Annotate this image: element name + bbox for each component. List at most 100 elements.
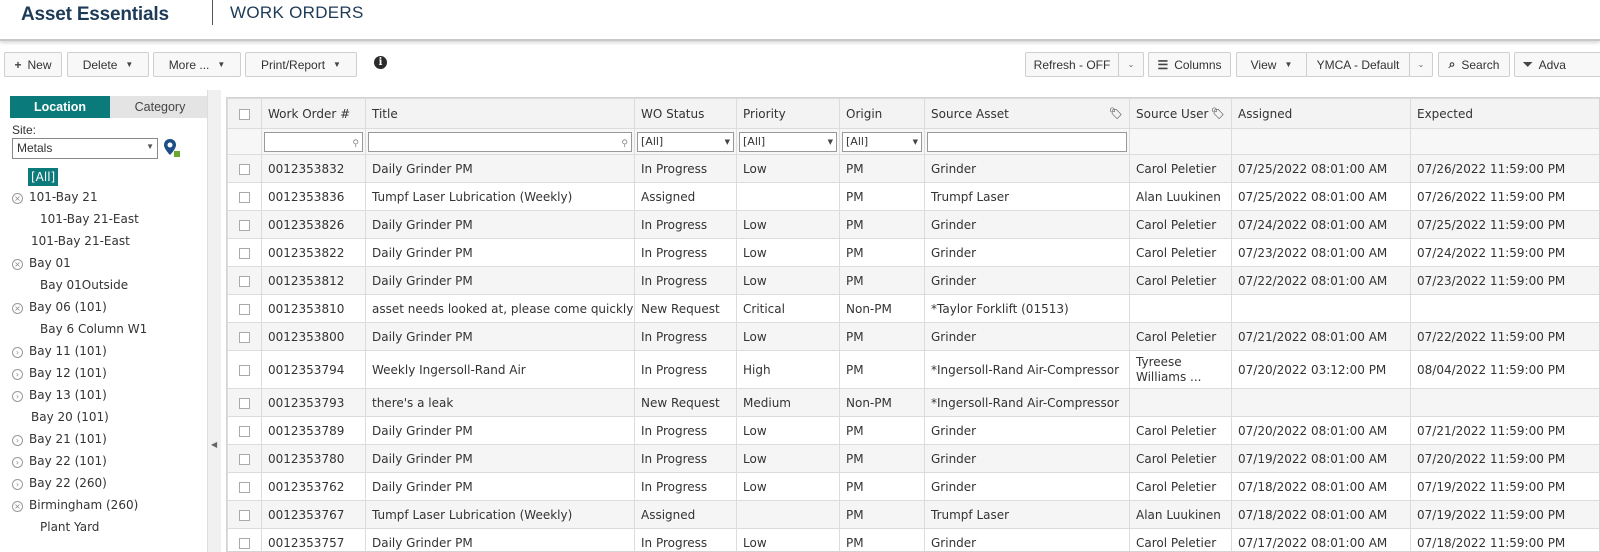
search-button[interactable]: ⌕ Search bbox=[1438, 52, 1510, 77]
source-user-link[interactable]: Carol Peletier bbox=[1129, 416, 1232, 445]
title-link[interactable]: Daily Grinder PM bbox=[365, 238, 635, 267]
checkbox[interactable] bbox=[239, 219, 250, 231]
title-link[interactable]: Daily Grinder PM bbox=[365, 322, 635, 351]
panel-splitter[interactable]: ◀ bbox=[207, 90, 221, 552]
work-order-link[interactable]: 0012353826 bbox=[261, 210, 366, 239]
title-link[interactable]: Daily Grinder PM bbox=[365, 416, 635, 445]
table-row[interactable]: 0012353836 Tumpf Laser Lubrication (Weekl… bbox=[227, 182, 1599, 211]
source-user-link[interactable]: Carol Peletier bbox=[1129, 266, 1232, 295]
row-checkbox[interactable] bbox=[227, 444, 262, 473]
tree-item[interactable]: › Bay 12 (101) bbox=[12, 366, 107, 380]
view-button[interactable]: View ▼ bbox=[1236, 52, 1307, 77]
tree-item[interactable]: × 101-Bay 21 bbox=[12, 190, 98, 204]
checkbox[interactable] bbox=[239, 247, 250, 259]
source-asset-link[interactable]: Grinder bbox=[924, 322, 1130, 351]
col-expected[interactable]: Expected bbox=[1410, 98, 1599, 129]
source-user-link[interactable]: Carol Peletier bbox=[1129, 210, 1232, 239]
table-row[interactable]: 0012353800 Daily Grinder PM In Progress Low… bbox=[227, 322, 1599, 351]
checkbox[interactable] bbox=[239, 331, 250, 343]
source-asset-link[interactable]: *Ingersoll-Rand Air-Compressor bbox=[924, 388, 1130, 417]
col-source-user[interactable]: Source User 🏷 bbox=[1129, 98, 1232, 129]
col-work-order[interactable]: Work Order # bbox=[261, 98, 366, 129]
source-asset-link[interactable]: Grinder bbox=[924, 210, 1130, 239]
title-link[interactable]: Daily Grinder PM bbox=[365, 210, 635, 239]
work-order-link[interactable]: 0012353800 bbox=[261, 322, 366, 351]
table-row[interactable]: 0012353767 Tumpf Laser Lubrication (Weekl… bbox=[227, 500, 1599, 529]
col-assigned[interactable]: Assigned bbox=[1231, 98, 1411, 129]
source-user-link[interactable]: Carol Peletier bbox=[1129, 472, 1232, 501]
source-asset-link[interactable]: Trumpf Laser bbox=[924, 182, 1130, 211]
checkbox[interactable] bbox=[239, 481, 250, 493]
tree-item[interactable]: Bay 01Outside bbox=[40, 278, 128, 292]
filter-priority-select[interactable]: [All] ▼ bbox=[739, 131, 837, 152]
tree-item[interactable]: Bay 20 (101) bbox=[31, 410, 109, 424]
tree-item[interactable]: › Bay 22 (101) bbox=[12, 454, 107, 468]
checkbox[interactable] bbox=[239, 364, 250, 376]
tree-item[interactable]: Bay 6 Column W1 bbox=[40, 322, 147, 336]
title-link[interactable]: Tumpf Laser Lubrication (Weekly) bbox=[365, 500, 635, 529]
work-order-link[interactable]: 0012353836 bbox=[261, 182, 366, 211]
work-order-link[interactable]: 0012353832 bbox=[261, 154, 366, 183]
col-priority[interactable]: Priority bbox=[736, 98, 840, 129]
checkbox[interactable] bbox=[239, 163, 250, 175]
source-asset-link[interactable]: Grinder bbox=[924, 416, 1130, 445]
table-row[interactable]: 0012353794 Weekly Ingersoll-Rand Air In Pr… bbox=[227, 350, 1599, 389]
expand-icon[interactable]: › bbox=[12, 435, 23, 446]
source-asset-link[interactable]: Grinder bbox=[924, 444, 1130, 473]
work-order-link[interactable]: 0012353762 bbox=[261, 472, 366, 501]
expand-icon[interactable]: › bbox=[12, 457, 23, 468]
row-checkbox[interactable] bbox=[227, 238, 262, 267]
title-link[interactable]: Daily Grinder PM bbox=[365, 444, 635, 473]
checkbox[interactable] bbox=[239, 397, 250, 409]
refresh-dropdown[interactable]: ⌄ bbox=[1118, 52, 1144, 77]
expand-icon[interactable]: › bbox=[12, 391, 23, 402]
filter-origin-select[interactable]: [All] ▼ bbox=[842, 131, 922, 152]
source-user-link[interactable]: Tyreese Williams ... bbox=[1129, 350, 1232, 389]
tab-location[interactable]: Location bbox=[10, 96, 110, 118]
table-row[interactable]: 0012353822 Daily Grinder PM In Progress Low… bbox=[227, 238, 1599, 267]
checkbox[interactable] bbox=[239, 191, 250, 203]
filter-work-order-input[interactable]: ⚲ bbox=[264, 131, 363, 152]
source-user-link[interactable]: Alan Luukinen bbox=[1129, 182, 1232, 211]
columns-button[interactable]: ☰ Columns bbox=[1148, 52, 1231, 77]
col-origin[interactable]: Origin bbox=[839, 98, 925, 129]
tree-item[interactable]: 101-Bay 21-East bbox=[40, 212, 139, 226]
tree-item[interactable]: × Bay 06 (101) bbox=[12, 300, 107, 314]
advanced-filter-button[interactable]: ⏷ Adva bbox=[1514, 52, 1600, 77]
row-checkbox[interactable] bbox=[227, 154, 262, 183]
title-link[interactable]: Daily Grinder PM bbox=[365, 266, 635, 295]
source-asset-link[interactable]: *Taylor Forklift (01513) bbox=[924, 294, 1130, 323]
tree-item[interactable]: › Bay 13 (101) bbox=[12, 388, 107, 402]
table-row[interactable]: 0012353757 Daily Grinder PM In Progress Low… bbox=[227, 528, 1599, 551]
collapse-icon[interactable]: × bbox=[12, 501, 23, 512]
row-checkbox[interactable] bbox=[227, 500, 262, 529]
tree-item-all[interactable]: [All] bbox=[28, 168, 59, 186]
source-asset-link[interactable]: Grinder bbox=[924, 528, 1130, 551]
tree-item[interactable]: × Bay 01 bbox=[12, 256, 71, 270]
row-checkbox[interactable] bbox=[227, 528, 262, 551]
source-user-link[interactable]: Carol Peletier bbox=[1129, 444, 1232, 473]
info-icon[interactable]: i bbox=[374, 56, 387, 69]
filter-title-input[interactable]: ⚲ bbox=[368, 131, 632, 152]
print-report-button[interactable]: Print/Report ▼ bbox=[245, 52, 357, 77]
table-row[interactable]: 0012353832 Daily Grinder PM In Progress Low… bbox=[227, 154, 1599, 183]
source-user-link[interactable] bbox=[1129, 388, 1232, 417]
source-user-link[interactable]: Alan Luukinen bbox=[1129, 500, 1232, 529]
row-checkbox[interactable] bbox=[227, 388, 262, 417]
collapse-icon[interactable]: × bbox=[12, 303, 23, 314]
source-user-link[interactable]: Carol Peletier bbox=[1129, 238, 1232, 267]
tree-item[interactable]: › Bay 11 (101) bbox=[12, 344, 107, 358]
tag-icon[interactable]: 🏷 bbox=[1211, 107, 1225, 120]
table-row[interactable]: 0012353826 Daily Grinder PM In Progress Low… bbox=[227, 210, 1599, 239]
row-checkbox[interactable] bbox=[227, 266, 262, 295]
source-asset-link[interactable]: Grinder bbox=[924, 238, 1130, 267]
view-select[interactable]: YMCA - Default bbox=[1306, 52, 1410, 77]
tag-icon[interactable]: 🏷 bbox=[1109, 107, 1123, 120]
row-checkbox[interactable] bbox=[227, 182, 262, 211]
select-all-checkbox[interactable] bbox=[227, 98, 262, 129]
table-row[interactable]: 0012353762 Daily Grinder PM In Progress Low… bbox=[227, 472, 1599, 501]
work-order-link[interactable]: 0012353812 bbox=[261, 266, 366, 295]
checkbox[interactable] bbox=[239, 275, 250, 287]
title-link[interactable]: Weekly Ingersoll-Rand Air bbox=[365, 350, 635, 389]
title-link[interactable]: Daily Grinder PM bbox=[365, 528, 635, 551]
